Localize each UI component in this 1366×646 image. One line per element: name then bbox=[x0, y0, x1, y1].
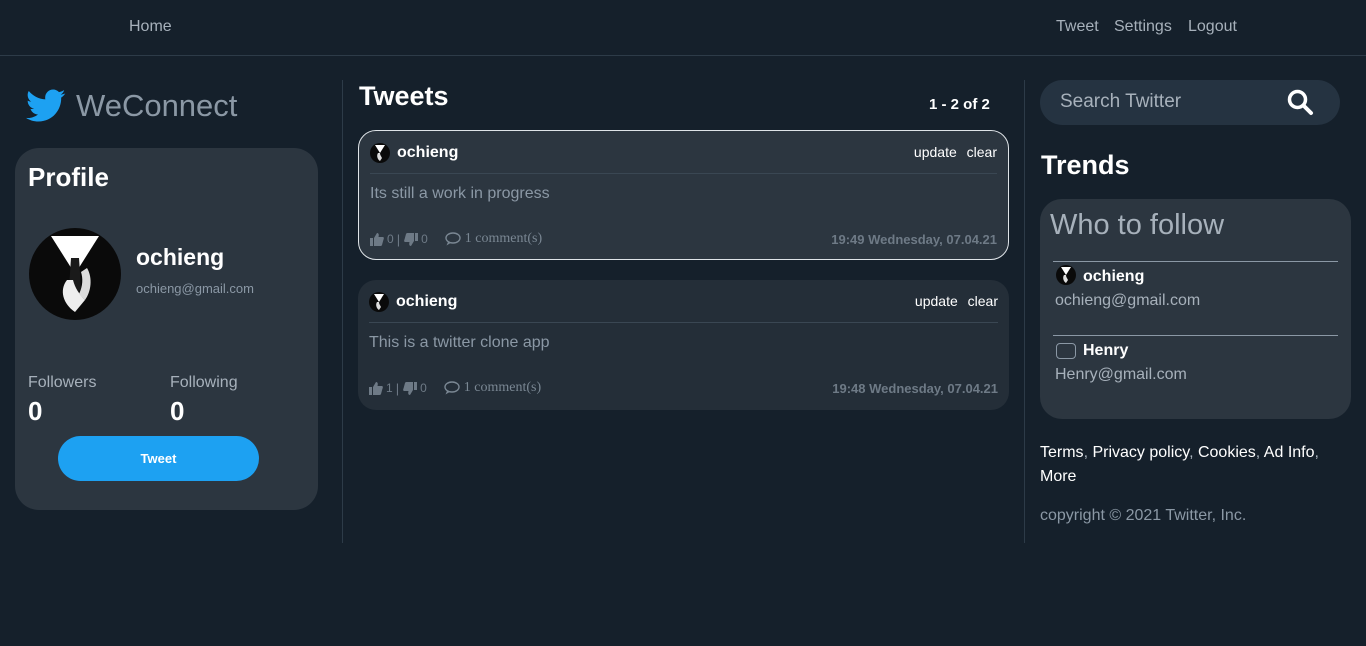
follow-avatar bbox=[1056, 265, 1076, 285]
tweet-divider bbox=[369, 322, 998, 323]
who-to-follow-title: Who to follow bbox=[1050, 209, 1225, 241]
search-icon[interactable] bbox=[1286, 88, 1314, 116]
divider-right bbox=[1024, 80, 1025, 543]
tweet-avatar bbox=[370, 143, 390, 163]
tweet-text: Its still a work in progress bbox=[370, 185, 550, 202]
terms-link[interactable]: Terms bbox=[1040, 444, 1084, 461]
profile-email: ochieng@gmail.com bbox=[136, 281, 254, 296]
search-box bbox=[1040, 80, 1340, 125]
following-count: 0 bbox=[170, 396, 185, 426]
dislike-count: 0 bbox=[421, 232, 428, 246]
comments-count: 1 comment(s) bbox=[464, 231, 543, 246]
comments-link[interactable]: 1 comment(s) bbox=[437, 231, 542, 247]
tweet-timestamp: 19:49 Wednesday, 07.04.21 bbox=[831, 232, 997, 247]
footer-links: Terms, Privacy policy, Cookies, Ad Info,… bbox=[1040, 444, 1319, 485]
update-button[interactable]: update bbox=[915, 293, 958, 309]
thumbs-up-icon[interactable] bbox=[369, 381, 383, 395]
tweet-card[interactable]: ochieng update clear This is a twitter c… bbox=[358, 280, 1009, 410]
thumbs-down-icon[interactable] bbox=[404, 232, 419, 246]
divider-left bbox=[342, 80, 343, 543]
tweet-username[interactable]: ochieng bbox=[397, 144, 458, 162]
update-button[interactable]: update bbox=[914, 144, 957, 160]
tweet-actions: update clear bbox=[909, 293, 998, 309]
trends-title: Trends bbox=[1041, 150, 1130, 180]
separator: | bbox=[395, 380, 400, 396]
cookies-link[interactable]: Cookies bbox=[1198, 444, 1256, 461]
clear-button[interactable]: clear bbox=[968, 293, 998, 309]
nav-logout-link[interactable]: Logout bbox=[1188, 18, 1237, 36]
tweet-button[interactable]: Tweet bbox=[58, 436, 259, 481]
nav-home-link[interactable]: Home bbox=[129, 18, 172, 36]
follow-email: Henry@gmail.com bbox=[1055, 366, 1187, 383]
tweet-actions: update clear bbox=[908, 144, 997, 160]
comments-link[interactable]: 1 comment(s) bbox=[436, 380, 541, 396]
tweets-title: Tweets bbox=[359, 81, 449, 111]
thumbs-down-icon[interactable] bbox=[403, 381, 418, 395]
top-nav: Home Tweet Settings Logout bbox=[0, 0, 1366, 56]
twitter-bird-icon bbox=[26, 89, 66, 122]
comment-icon bbox=[444, 381, 460, 395]
follow-name[interactable]: Henry bbox=[1083, 342, 1128, 360]
ad-info-link[interactable]: Ad Info bbox=[1264, 444, 1315, 461]
followers-label: Followers bbox=[28, 374, 97, 391]
profile-title: Profile bbox=[28, 162, 109, 192]
tweet-text: This is a twitter clone app bbox=[369, 334, 550, 351]
dislike-count: 0 bbox=[420, 381, 427, 395]
tweet-divider bbox=[370, 173, 997, 174]
search-input[interactable] bbox=[1060, 91, 1280, 113]
avatar bbox=[29, 228, 121, 320]
like-count: 0 bbox=[387, 232, 394, 246]
privacy-policy-link[interactable]: Privacy policy bbox=[1092, 444, 1189, 461]
profile-card: Profile ochieng ochieng@gmail.com Follow… bbox=[15, 148, 318, 510]
like-count: 1 bbox=[386, 381, 393, 395]
tweet-footer: 0 | 0 1 comment(s) bbox=[370, 231, 542, 247]
follow-email: ochieng@gmail.com bbox=[1055, 292, 1201, 309]
thumbs-up-icon[interactable] bbox=[370, 232, 384, 246]
comment-icon bbox=[445, 232, 461, 246]
divider bbox=[1053, 261, 1338, 262]
profile-name: ochieng bbox=[136, 244, 225, 270]
divider bbox=[1053, 335, 1338, 336]
separator: | bbox=[396, 231, 401, 247]
following-label: Following bbox=[170, 374, 238, 391]
followers-count: 0 bbox=[28, 396, 43, 426]
brand-logo[interactable]: WeConnect bbox=[26, 88, 237, 124]
tweet-footer: 1 | 0 1 comment(s) bbox=[369, 380, 541, 396]
comments-count: 1 comment(s) bbox=[463, 380, 542, 395]
who-to-follow-card: Who to follow ochieng ochieng@gmail.com … bbox=[1040, 199, 1351, 419]
clear-button[interactable]: clear bbox=[967, 144, 997, 160]
nav-tweet-link[interactable]: Tweet bbox=[1056, 18, 1099, 36]
more-link[interactable]: More bbox=[1040, 468, 1076, 485]
tweet-timestamp: 19:48 Wednesday, 07.04.21 bbox=[832, 381, 998, 396]
follow-avatar bbox=[1056, 343, 1076, 359]
tweet-username[interactable]: ochieng bbox=[396, 293, 457, 311]
copyright: copyright © 2021 Twitter, Inc. bbox=[1040, 507, 1247, 524]
brand-name: WeConnect bbox=[76, 88, 238, 123]
pagination-info: 1 - 2 of 2 bbox=[929, 96, 990, 113]
tweet-card[interactable]: ochieng update clear Its still a work in… bbox=[358, 130, 1009, 260]
tweet-avatar bbox=[369, 292, 389, 312]
nav-settings-link[interactable]: Settings bbox=[1114, 18, 1172, 36]
follow-name[interactable]: ochieng bbox=[1083, 268, 1144, 286]
